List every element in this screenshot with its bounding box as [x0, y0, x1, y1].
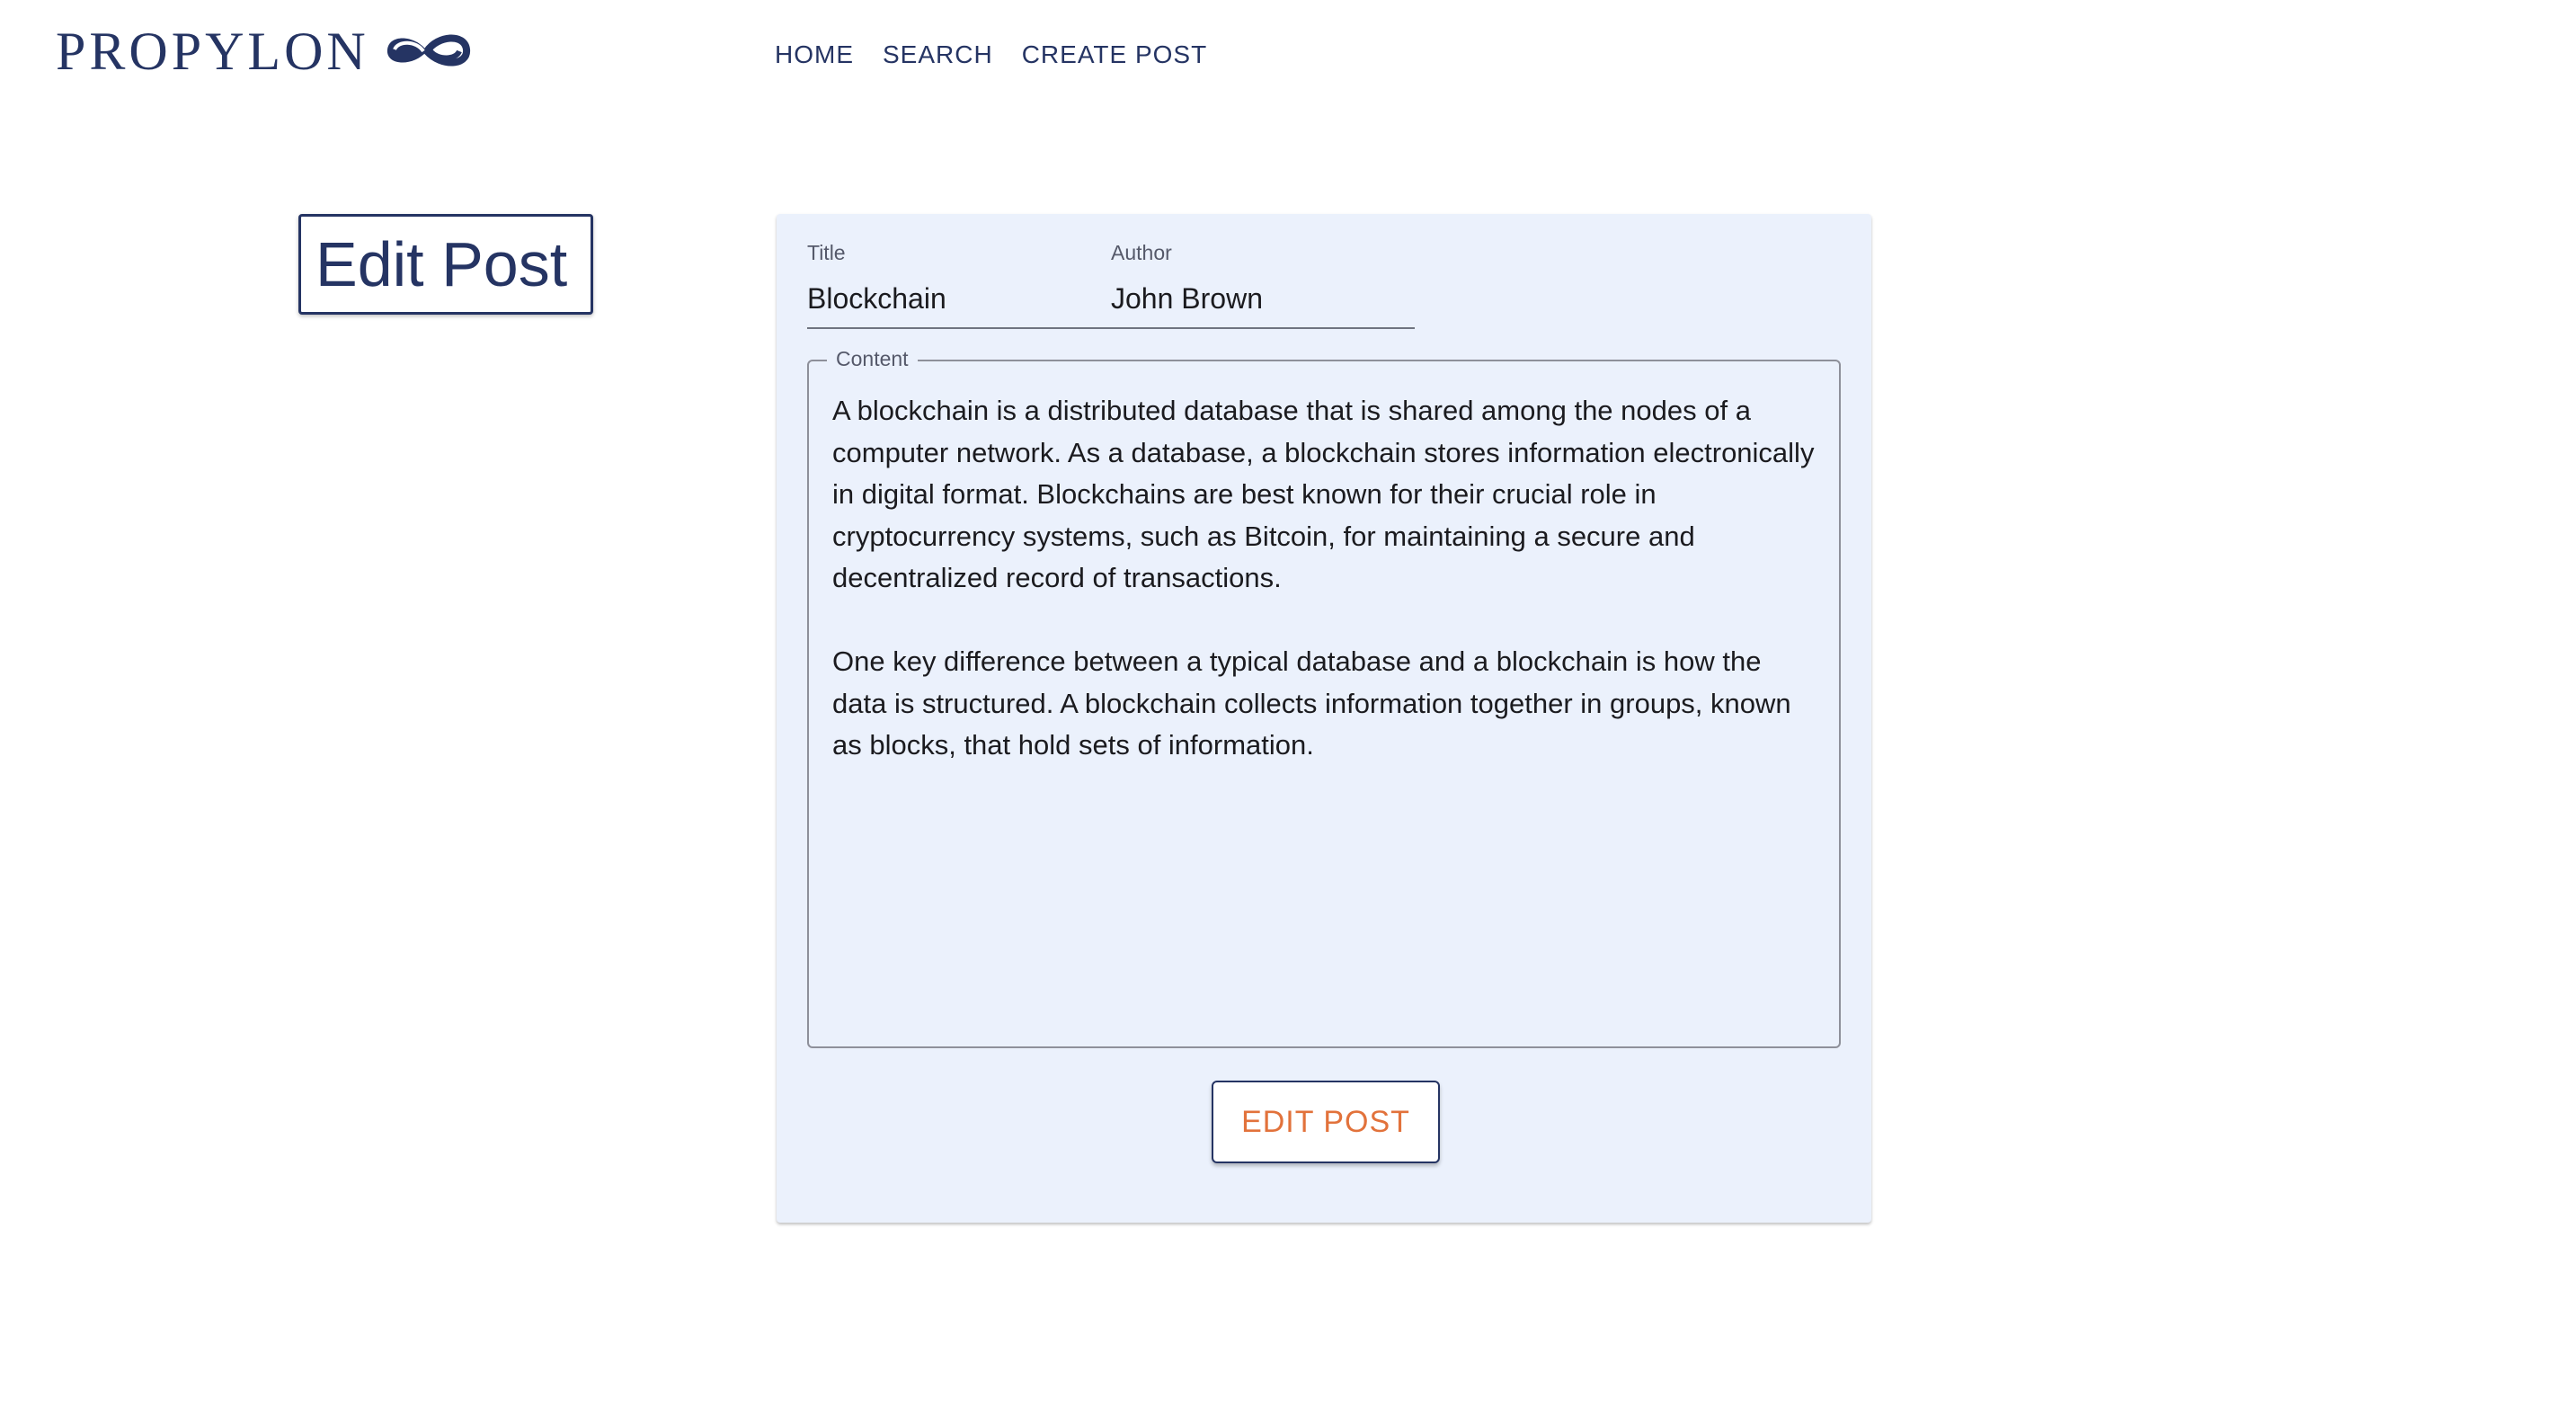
author-input[interactable] — [1111, 282, 1415, 316]
page: PROPYLON HOME SEARCH CREATE POST Edit Po… — [0, 0, 2576, 1424]
edit-post-form: Title Author Content A blockchain is a d… — [777, 214, 1871, 1223]
content-field: Content A blockchain is a distributed da… — [807, 347, 1841, 1048]
content-textarea[interactable]: A blockchain is a distributed database t… — [832, 390, 1821, 1019]
page-title: Edit Post — [315, 229, 568, 299]
title-label: Title — [807, 241, 846, 264]
brand-name: PROPYLON — [56, 22, 369, 81]
infinity-knot-icon — [386, 34, 470, 67]
page-title-box: Edit Post — [298, 214, 593, 315]
nav-home-link[interactable]: HOME — [766, 38, 868, 72]
author-field: Author — [1111, 241, 1415, 329]
brand-logo[interactable]: PROPYLON — [56, 20, 472, 83]
edit-post-button[interactable]: EDIT POST — [1212, 1081, 1440, 1163]
title-input[interactable] — [807, 282, 1111, 316]
nav-create-post-link[interactable]: CREATE POST — [1008, 38, 1222, 72]
nav-search-link[interactable]: SEARCH — [868, 38, 1008, 72]
author-label: Author — [1111, 241, 1172, 264]
main-nav: HOME SEARCH CREATE POST — [766, 38, 1221, 72]
title-field: Title — [807, 241, 1111, 329]
content-label: Content — [827, 347, 918, 371]
